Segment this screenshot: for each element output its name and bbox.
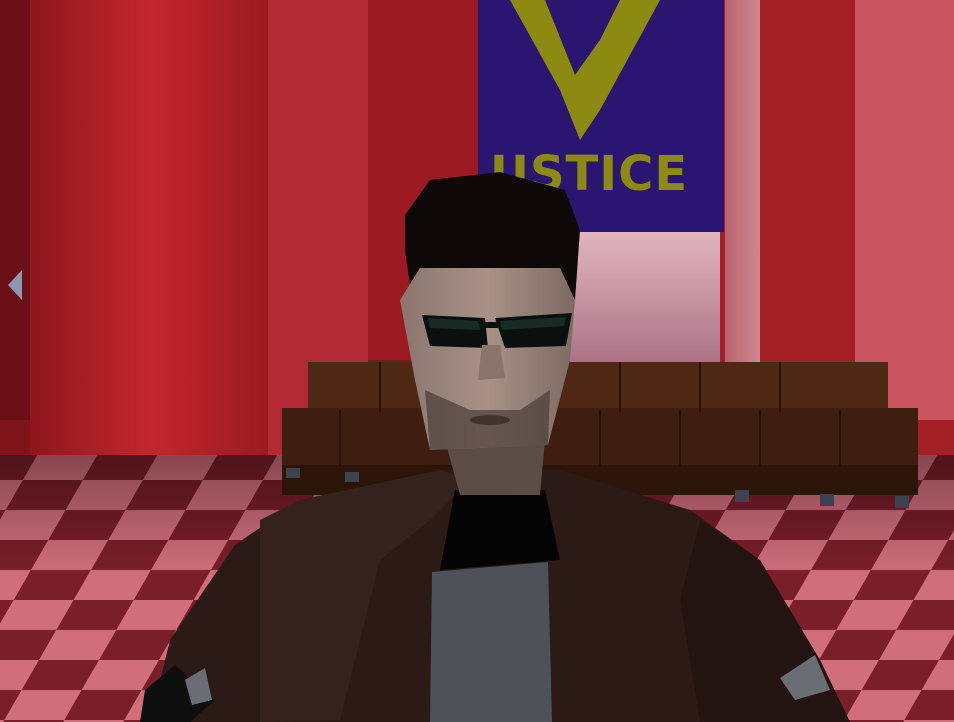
white-shirt	[430, 562, 552, 722]
right-pillar	[855, 0, 954, 420]
game-viewport[interactable]: USTICE	[0, 0, 954, 722]
distant-room	[570, 220, 730, 370]
left-pillar	[30, 0, 270, 475]
right-pillar-light	[725, 0, 760, 380]
game-scene: USTICE	[0, 0, 954, 722]
left-edge-wall	[0, 0, 30, 420]
